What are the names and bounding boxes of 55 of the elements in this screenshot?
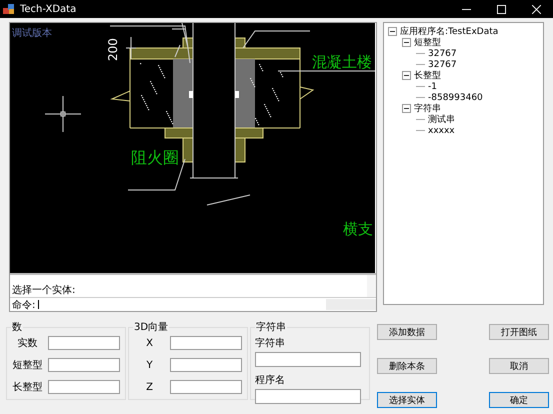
tree-item[interactable]: 长整型 (414, 69, 441, 82)
group-title: 字符串 (255, 320, 287, 334)
collapse-icon[interactable] (388, 27, 397, 36)
field-label: 程序名 (255, 374, 286, 387)
line-segment (206, 194, 250, 206)
tree-item[interactable]: 字符串 (414, 102, 441, 115)
field-label: 长整型 (12, 380, 44, 394)
group-title: 数 (11, 321, 23, 334)
command-history-text: 选择一个实体: (11, 284, 76, 297)
close-icon[interactable] (532, 4, 541, 14)
annotation-text: 阻火圈 (131, 148, 179, 167)
field-label: 短整型 (12, 358, 44, 372)
tree-item[interactable]: 32767 (428, 48, 457, 58)
field-label: Z (145, 382, 154, 392)
action-button[interactable]: 添加数据 (377, 324, 437, 340)
field-label: 字符串 (255, 336, 286, 350)
tree-item[interactable]: -1 (428, 82, 437, 92)
input-field[interactable] (255, 352, 361, 367)
tree-item[interactable]: 32767 (428, 60, 457, 70)
field-label: 实数 (16, 336, 38, 350)
tree-item[interactable]: 测试串 (428, 113, 455, 126)
annotation-text: 横支 (343, 220, 373, 238)
tree-item[interactable]: 应用程序名:TestExData (400, 25, 498, 38)
command-prompt: 命令: (11, 298, 36, 312)
input-field[interactable] (48, 358, 120, 372)
cad-canvas[interactable]: 调试版本 200 混凝土楼 阻火圈 横支 (10, 23, 375, 273)
tree-item[interactable]: -858993460 (428, 92, 483, 102)
field-label: X (145, 338, 154, 348)
annotation-text: 混凝土楼 (312, 53, 372, 71)
app-icon (3, 3, 15, 15)
action-button[interactable]: 打开图纸 (489, 324, 549, 340)
input-field[interactable] (170, 380, 242, 394)
collapse-icon[interactable] (402, 38, 411, 47)
scrollbar[interactable] (367, 275, 376, 297)
action-button[interactable]: 选择实体 (377, 392, 437, 408)
tree-item[interactable]: xxxxx (428, 126, 455, 136)
crosshair-cursor-icon (44, 96, 82, 132)
watermark-label: 调试版本 (12, 28, 52, 39)
maximize-icon[interactable] (497, 4, 506, 14)
input-field[interactable] (48, 336, 120, 350)
input-field[interactable] (170, 336, 242, 350)
action-button[interactable]: 删除本条 (377, 358, 437, 374)
window-title: Tech-XData (20, 4, 76, 14)
input-field[interactable] (170, 358, 242, 372)
scrollbar[interactable] (326, 299, 376, 310)
field-label: Y (145, 360, 154, 370)
group-title: 3D向量 (133, 321, 170, 334)
input-field[interactable] (48, 380, 120, 394)
action-button[interactable]: 确定 (489, 392, 549, 408)
action-button[interactable]: 取消 (489, 358, 549, 374)
collapse-icon[interactable] (402, 71, 411, 80)
collapse-icon[interactable] (402, 104, 411, 113)
tree-item[interactable]: 短整型 (414, 36, 441, 49)
input-field[interactable] (255, 389, 361, 404)
dimension-text: 200 (106, 38, 120, 61)
